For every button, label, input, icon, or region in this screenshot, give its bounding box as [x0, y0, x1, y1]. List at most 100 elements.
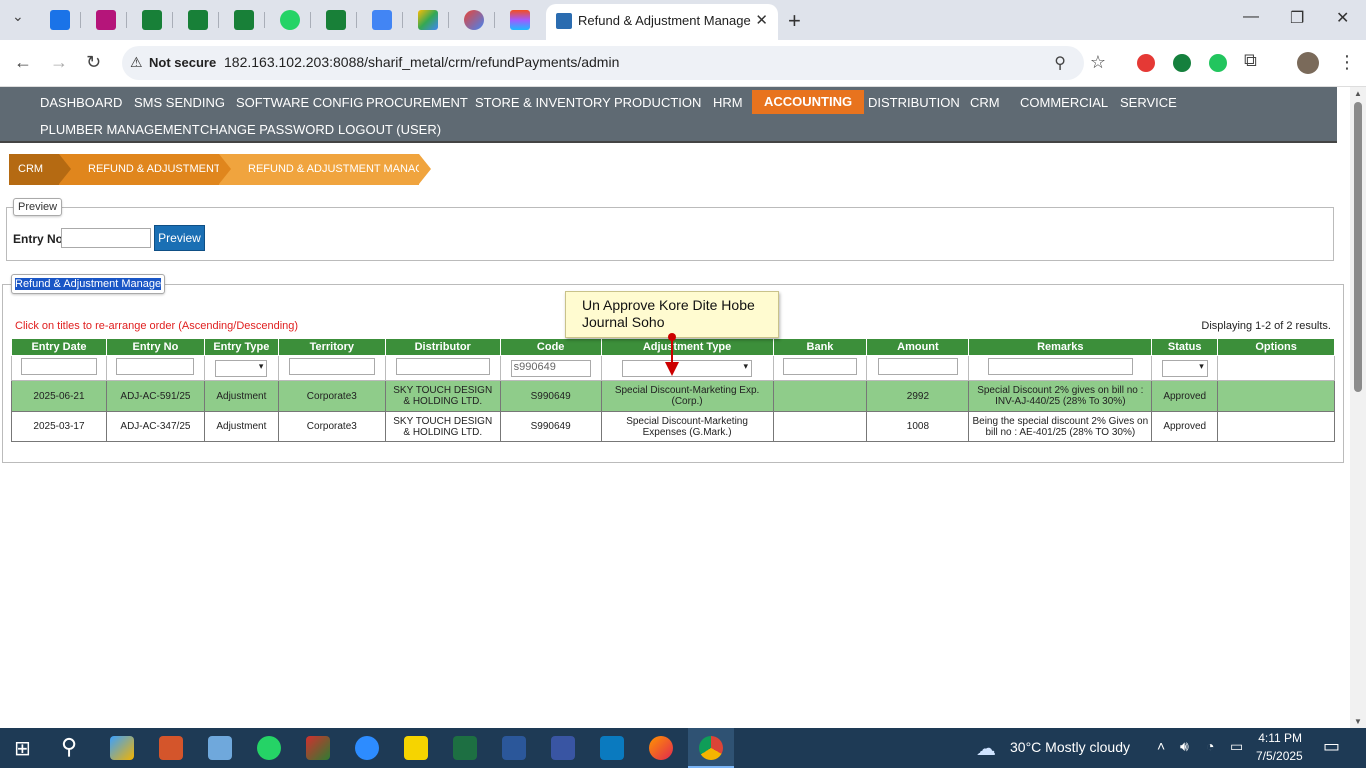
figma-tab-icon[interactable] — [510, 10, 530, 30]
app-icon[interactable] — [159, 736, 183, 760]
menu-software-config[interactable]: SOFTWARE CONFIG — [236, 95, 363, 110]
extensions-puzzle-icon[interactable]: ⧉ — [1244, 50, 1257, 71]
sheets-tab-icon[interactable] — [188, 10, 208, 30]
filter-amount[interactable] — [877, 358, 958, 375]
whatsapp-icon[interactable] — [257, 736, 281, 760]
zoom-icon[interactable]: ⚲ — [1054, 53, 1066, 73]
menu-procurement[interactable]: PROCUREMENT — [366, 95, 468, 110]
wifi-icon[interactable]: ◔ — [1206, 738, 1214, 754]
menu-service[interactable]: SERVICE — [1120, 95, 1177, 110]
col-remarks[interactable]: Remarks — [968, 338, 1153, 356]
col-bank[interactable]: Bank — [772, 338, 868, 356]
chevron-up-icon[interactable]: ˄ — [1157, 738, 1165, 754]
col-adjustment-type[interactable]: Adjustment Type — [600, 338, 774, 356]
close-window-icon[interactable]: ✕ — [1336, 8, 1349, 28]
visio-icon[interactable] — [551, 736, 575, 760]
scrollbar-thumb[interactable] — [1354, 102, 1362, 392]
cell-options[interactable] — [1217, 411, 1335, 442]
weather-text[interactable]: 30°C Mostly cloudy — [1010, 739, 1130, 755]
warning-icon[interactable]: ⚠ — [130, 54, 143, 71]
menu-production[interactable]: PRODUCTION — [614, 95, 701, 110]
menu-accounting[interactable]: ACCOUNTING — [752, 90, 865, 114]
filter-remarks[interactable] — [987, 358, 1133, 375]
menu-distribution[interactable]: DISTRIBUTION — [868, 95, 960, 110]
profile-avatar[interactable] — [1297, 52, 1319, 74]
back-icon[interactable]: ← — [14, 52, 32, 73]
pinned-tab-icon[interactable] — [50, 10, 70, 30]
filter-adjustment-type-select[interactable]: ▾ — [622, 359, 753, 377]
sticky-notes-icon[interactable] — [404, 736, 428, 760]
menu-sms-sending[interactable]: SMS SENDING — [134, 95, 225, 110]
extension-icon[interactable] — [1137, 54, 1155, 72]
minimize-icon[interactable]: — — [1243, 8, 1259, 26]
firefox-icon[interactable] — [649, 736, 673, 760]
app-icon[interactable] — [306, 736, 330, 760]
browser-menu-icon[interactable]: ⋮ — [1338, 52, 1356, 73]
menu-dashboard[interactable]: DASHBOARD — [40, 95, 122, 110]
grammarly-icon[interactable] — [1173, 54, 1191, 72]
col-distributor[interactable]: Distributor — [384, 338, 501, 356]
word-icon[interactable] — [502, 736, 526, 760]
page-scrollbar[interactable]: ▲ ▼ — [1350, 87, 1366, 728]
breadcrumb-refund-adjustment[interactable]: REFUND & ADJUSTMENT — [59, 154, 231, 185]
table-row[interactable]: 2025-03-17 ADJ-AC-347/25 Adjustment Corp… — [11, 411, 1335, 442]
scroll-up-icon[interactable]: ▲ — [1354, 89, 1362, 98]
forward-icon[interactable]: → — [50, 52, 68, 73]
sheets-tab-icon[interactable] — [234, 10, 254, 30]
filter-status-select[interactable]: ▾ — [1161, 359, 1208, 377]
sheets-tab-icon[interactable] — [326, 10, 346, 30]
clock-time[interactable]: 4:11 PM — [1258, 731, 1302, 745]
volume-icon[interactable]: 🔊︎ — [1180, 738, 1189, 755]
clock-date[interactable]: 7/5/2025 — [1256, 749, 1303, 763]
cell-options[interactable] — [1217, 380, 1335, 412]
filter-distributor[interactable] — [395, 358, 490, 375]
url-text[interactable]: 182.163.102.203:8088/sharif_metal/crm/re… — [224, 54, 619, 70]
not-secure-label[interactable]: Not secure — [149, 55, 216, 70]
new-tab-icon[interactable]: + — [788, 8, 801, 34]
tab-search-chevron-icon[interactable]: ⌄ — [12, 8, 24, 25]
sheets-tab-icon[interactable] — [142, 10, 162, 30]
excel-icon[interactable] — [453, 736, 477, 760]
pinned-tab-icon[interactable] — [464, 10, 484, 30]
whatsapp-tab-icon[interactable] — [280, 10, 300, 30]
chrome-taskbar-button[interactable] — [688, 728, 734, 768]
col-entry-type[interactable]: Entry Type — [203, 338, 279, 356]
filter-entry-no[interactable] — [116, 358, 195, 375]
bookmark-star-icon[interactable]: ☆ — [1090, 52, 1106, 73]
app-icon[interactable] — [208, 736, 232, 760]
address-bar[interactable]: ⚠ Not secure 182.163.102.203:8088/sharif… — [122, 46, 1106, 80]
copilot-icon[interactable] — [110, 736, 134, 760]
col-amount[interactable]: Amount — [866, 338, 970, 356]
app-icon[interactable] — [600, 736, 624, 760]
entry-no-input[interactable] — [61, 228, 151, 248]
menu-crm[interactable]: CRM — [970, 95, 1000, 110]
battery-icon[interactable]: ▭ — [1230, 738, 1243, 755]
zoom-app-icon[interactable] — [355, 736, 379, 760]
table-row[interactable]: 2025-06-21 ADJ-AC-591/25 Adjustment Corp… — [11, 380, 1335, 412]
menu-store-inventory[interactable]: STORE & INVENTORY — [475, 95, 611, 110]
reload-icon[interactable]: ↻ — [86, 52, 101, 73]
restore-icon[interactable]: ❐ — [1290, 8, 1304, 28]
col-entry-no[interactable]: Entry No — [105, 338, 205, 356]
preview-button[interactable]: Preview — [154, 225, 205, 251]
menu-hrm[interactable]: HRM — [713, 95, 743, 110]
filter-code[interactable]: s990649 — [510, 359, 591, 377]
scroll-down-icon[interactable]: ▼ — [1354, 717, 1362, 726]
menu-plumber-management[interactable]: PLUMBER MANAGEMENT — [40, 122, 200, 137]
menu-change-password[interactable]: CHANGE PASSWORD — [200, 122, 334, 137]
col-status[interactable]: Status — [1151, 338, 1219, 356]
filter-entry-date[interactable] — [20, 358, 97, 375]
filter-territory[interactable] — [288, 358, 375, 375]
filter-bank[interactable] — [782, 358, 857, 375]
active-tab[interactable]: Refund & Adjustment Manage ✕ — [546, 4, 778, 40]
calendar-tab-icon[interactable] — [372, 10, 392, 30]
extension-icon[interactable] — [1209, 54, 1227, 72]
pinned-tab-icon[interactable] — [96, 10, 116, 30]
col-code[interactable]: Code — [499, 338, 602, 356]
filter-entry-type-select[interactable]: ▾ — [215, 359, 268, 377]
drive-tab-icon[interactable] — [418, 10, 438, 30]
col-territory[interactable]: Territory — [277, 338, 386, 356]
menu-logout[interactable]: LOGOUT (USER) — [338, 122, 441, 137]
menu-commercial[interactable]: COMMERCIAL — [1020, 95, 1108, 110]
windows-start-icon[interactable]: ⊞ — [14, 736, 31, 761]
